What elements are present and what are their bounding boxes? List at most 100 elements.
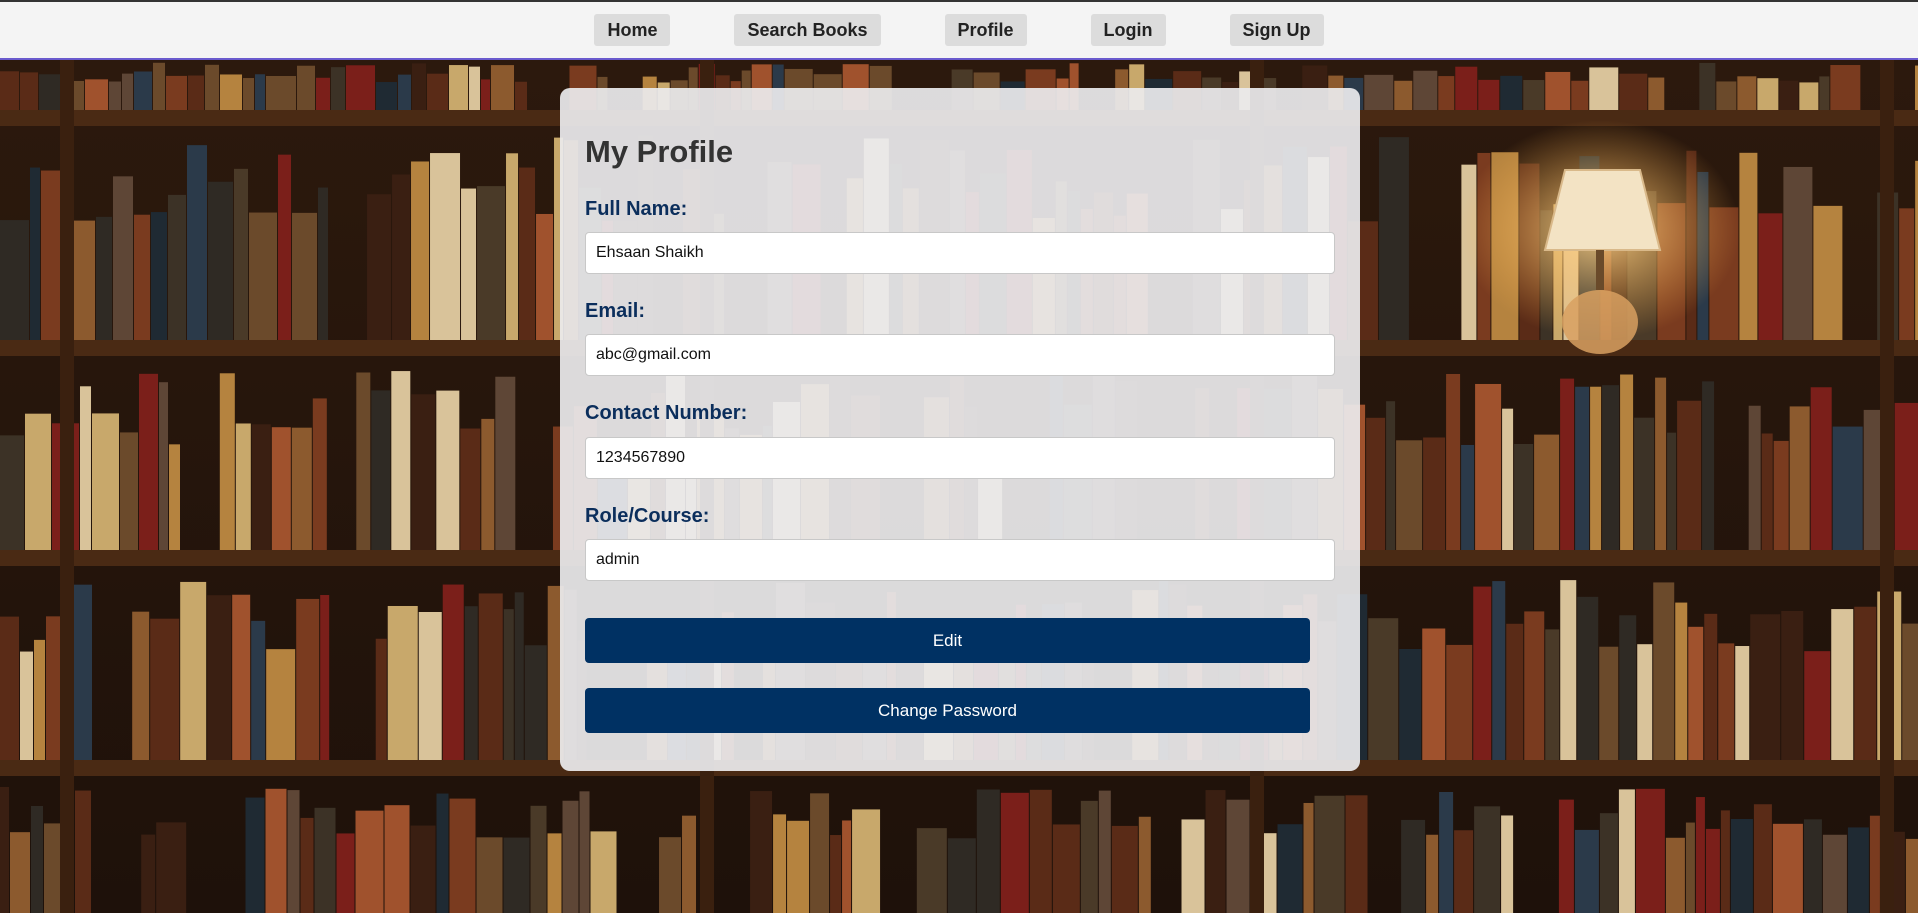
book-spine (547, 833, 562, 913)
book-spine (1685, 822, 1695, 913)
book-spine (1648, 77, 1665, 110)
role-course-label: Role/Course: (585, 505, 710, 527)
book-spine (331, 67, 345, 110)
book-spine (243, 78, 254, 110)
book-spine (1455, 66, 1478, 110)
book-spine (436, 793, 449, 913)
book-spine (387, 605, 418, 760)
book-spine (1599, 646, 1619, 760)
book-spine (1181, 819, 1205, 913)
book-spine (1832, 426, 1863, 550)
book-spine (96, 216, 112, 340)
book-spine (1813, 205, 1843, 340)
book-spine (39, 74, 60, 110)
book-spine (207, 595, 232, 760)
book-spine (314, 807, 336, 913)
book-spine (1750, 614, 1781, 760)
nav-signup-link[interactable]: Sign Up (1229, 14, 1324, 46)
book-spine (391, 371, 411, 550)
book-spine (1718, 643, 1735, 760)
nav-profile-link[interactable]: Profile (944, 14, 1027, 46)
book-spine (292, 212, 317, 340)
book-spine (1667, 432, 1677, 550)
book-spine (398, 74, 411, 110)
book-spine (1439, 792, 1454, 913)
book-spine (75, 790, 91, 913)
book-spine (514, 592, 524, 760)
book-spine (122, 73, 133, 110)
book-spine (1368, 618, 1399, 760)
book-spine (375, 638, 387, 760)
nav-home-link[interactable]: Home (594, 14, 671, 46)
book-spine (92, 413, 119, 550)
book-spine (169, 444, 180, 550)
book-spine (278, 154, 291, 340)
book-spine (1830, 65, 1861, 110)
book-spine (1602, 385, 1620, 550)
book-spine (20, 72, 38, 110)
book-spine (1753, 804, 1772, 913)
book-spine (1345, 795, 1368, 913)
role-course-field[interactable] (585, 539, 1335, 581)
book-spine (503, 837, 530, 913)
edit-button[interactable]: Edit (585, 618, 1310, 663)
book-spine (1789, 406, 1810, 550)
book-spine (0, 220, 29, 340)
full-name-field[interactable] (585, 232, 1335, 274)
book-spine (318, 187, 328, 340)
book-spine (80, 386, 91, 550)
book-spine (31, 805, 43, 913)
book-spine (271, 427, 291, 550)
book-spine (291, 427, 312, 550)
book-spine (830, 835, 842, 913)
book-spine (787, 820, 810, 913)
book-spine (1111, 825, 1138, 913)
book-spine (150, 618, 180, 760)
change-password-button[interactable]: Change Password (585, 688, 1310, 733)
book-spine (1799, 82, 1819, 110)
book-spine (1730, 819, 1753, 913)
book-spine (0, 786, 9, 913)
book-spine (659, 837, 682, 913)
book-spine (30, 167, 40, 340)
book-spine (412, 63, 426, 110)
book-spine (1739, 152, 1758, 340)
book-spine (371, 390, 391, 550)
book-spine (1502, 408, 1514, 550)
book-spine (1303, 802, 1314, 913)
book-spine (1314, 795, 1345, 913)
book-spine (536, 213, 554, 340)
book-spine (296, 598, 320, 760)
book-spine (300, 817, 314, 913)
book-spine (220, 74, 242, 110)
book-spine (1772, 823, 1803, 913)
book-spine (1688, 626, 1704, 760)
book-spine (188, 75, 204, 110)
book-spine (476, 837, 503, 913)
book-spine (251, 620, 266, 760)
book-spine (71, 220, 95, 340)
contact-number-field[interactable] (585, 437, 1335, 479)
book-spine (1748, 405, 1761, 550)
book-spine (506, 153, 519, 340)
book-spine (1378, 137, 1409, 340)
book-spine (1478, 79, 1500, 110)
book-spine (287, 790, 300, 913)
book-spine (810, 793, 830, 913)
book-spine (682, 815, 697, 913)
book-spine (460, 428, 481, 550)
email-field[interactable] (585, 334, 1335, 376)
book-spine (1905, 838, 1918, 913)
book-spine (1560, 580, 1577, 760)
book-spine (449, 65, 468, 110)
book-spine (355, 810, 384, 913)
book-spine (1575, 386, 1590, 550)
book-spine (1446, 373, 1461, 550)
book-spine (1599, 813, 1618, 913)
book-spine (266, 76, 296, 110)
nav-login-link[interactable]: Login (1090, 14, 1166, 46)
book-spine (1634, 417, 1655, 550)
nav-search-books-link[interactable]: Search Books (734, 14, 881, 46)
book-spine (1773, 440, 1789, 550)
book-spine (10, 832, 30, 913)
